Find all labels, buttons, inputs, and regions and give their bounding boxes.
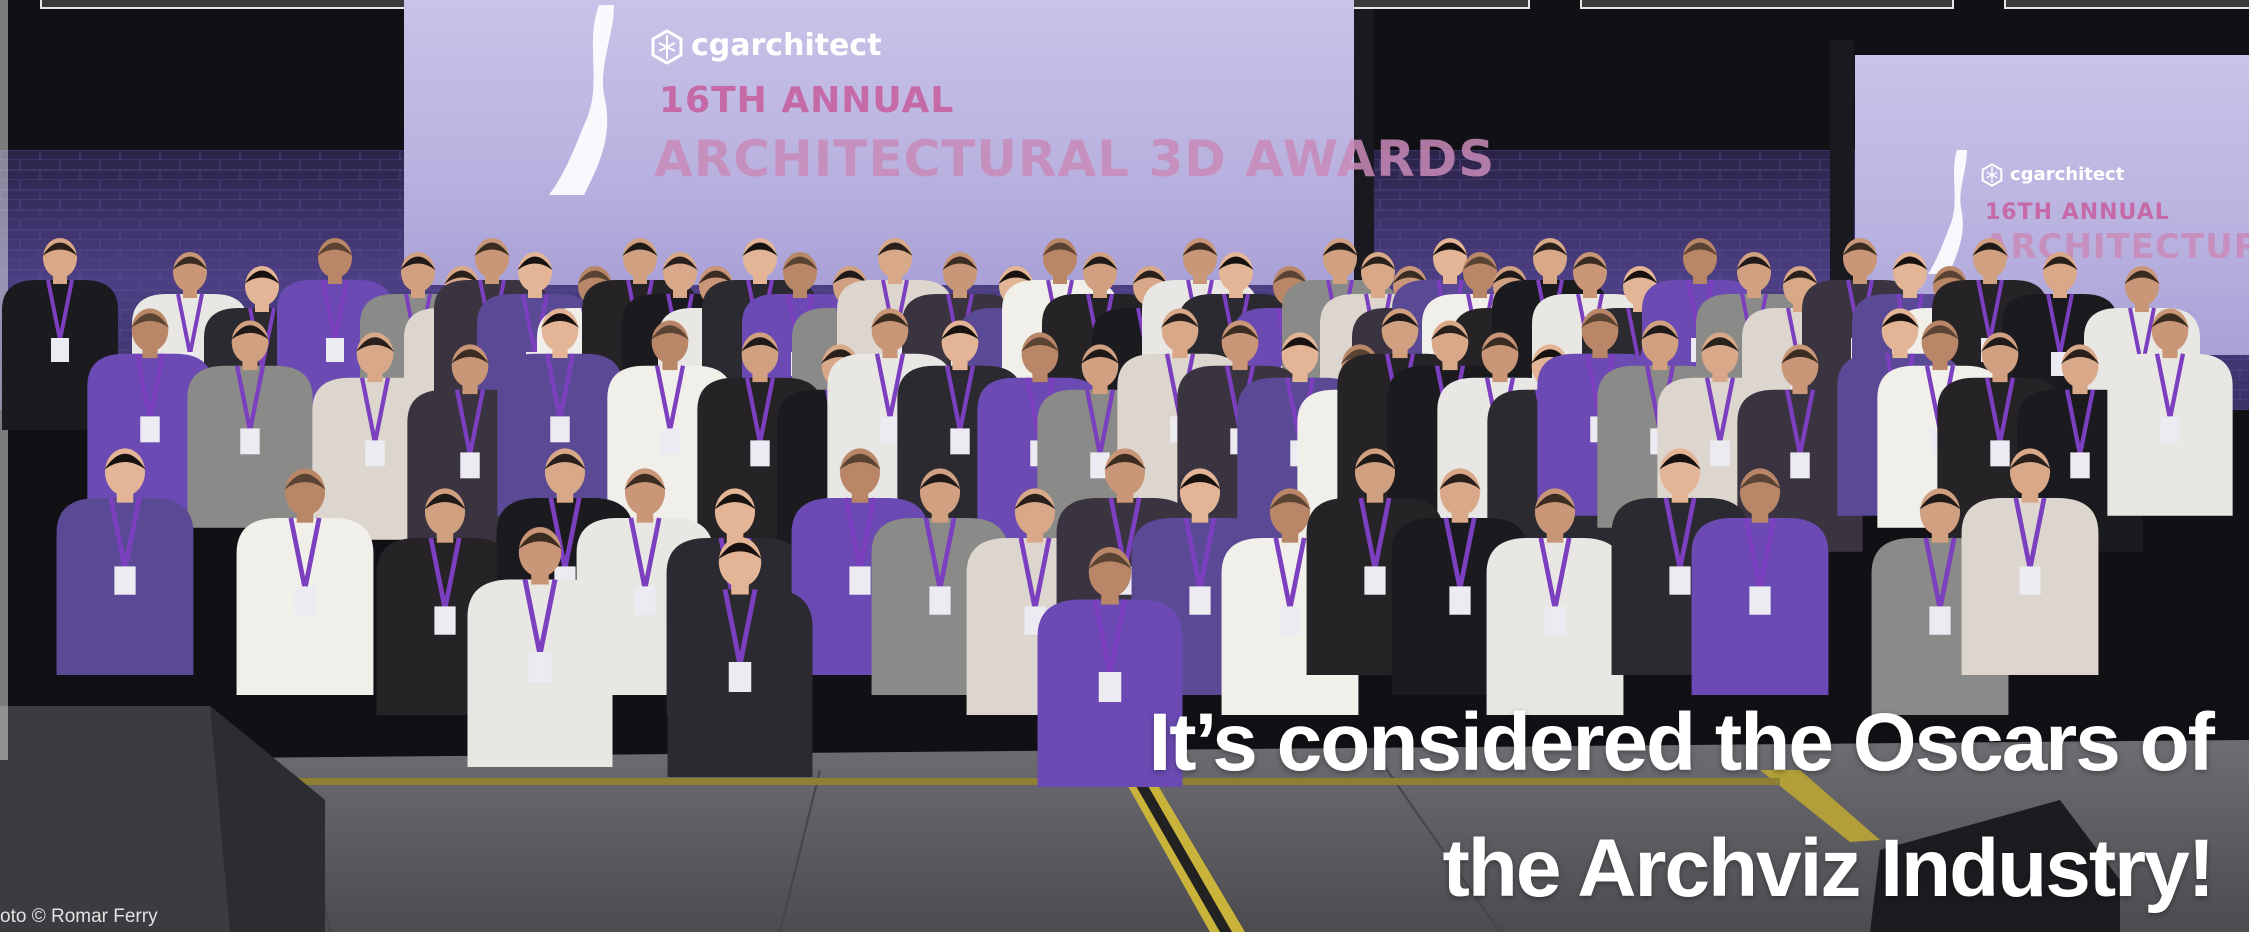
headline-overlay: It’s considered the Oscars of the Archvi…: [913, 680, 2215, 932]
photo-credit: oto © Romar Ferry: [0, 906, 158, 927]
headline-line-1: It’s considered the Oscars of: [1148, 697, 2215, 788]
event-photo: cgarchitect 16TH ANNUAL ARCHITECTURAL 3D…: [0, 0, 2249, 932]
headline-line-2: the Archviz Industry!: [1442, 823, 2215, 914]
